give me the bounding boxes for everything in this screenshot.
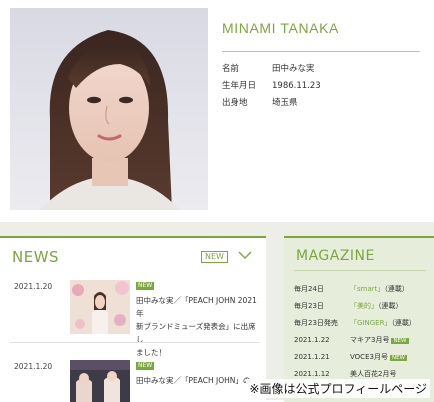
news-divider [10,342,260,343]
new-badge: NEW [136,362,155,370]
magazine-note: （連載） [384,285,409,293]
magazine-panel: MAGAZINE 毎月24日 「smart」（連載） 毎月23日 「美的」（連載） … [284,236,434,402]
magazine-item[interactable]: 毎月23日 「美的」（連載） [294,301,403,311]
magazine-item[interactable]: 毎月24日 「smart」（連載） [294,284,409,294]
profile-value: 田中みな実 [272,64,315,74]
profile-label: 出身地 [222,98,248,108]
new-badge: NEW [389,355,407,361]
magazine-note: 美人百花2月号 [350,370,397,378]
news-date: 2021.1.20 [14,282,53,291]
profile-row-birthdate: 生年月日 1986.11.23 [222,79,321,91]
news-text-line: 田中みな実／「PEACH JOHN 2021年 [136,296,257,318]
news-text-line: 田中みな実／「PEACH JOHN」の [136,376,251,385]
magazine-heading: MAGAZINE [296,248,375,264]
news-item[interactable]: 2021.1.20 NEW 田中みな実／「PEACH JOHN」の [0,350,266,402]
magazine-item[interactable]: 2021.1.22 マキア3月号 NEW [294,335,409,345]
magazine-note: （連載） [391,319,416,327]
news-thumbnail[interactable] [70,280,130,334]
news-heading: NEWS [12,248,60,266]
magazine-link[interactable]: 「smart」 [350,285,384,293]
profile-value: 埼玉県 [272,98,298,108]
magazine-note: VOCE3月号 [350,353,388,361]
magazine-date: 2021.1.22 [294,336,330,344]
magazine-note: （連載） [378,302,403,310]
news-item[interactable]: 2021.1.20 NEW 田中みな実／「PEACH JOHN 2021年 新ブ… [0,270,266,357]
news-text[interactable]: 田中みな実／「PEACH JOHN」の [136,374,260,387]
news-new-badge[interactable]: NEW [201,251,228,263]
news-panel: NEWS NEW 2021.1.20 NEW 田中みな実／「PEACH JOHN… [0,236,266,402]
magazine-item[interactable]: 毎月23日発売 「GINGER」（連載） [294,318,416,328]
magazine-date: 毎月24日 [294,285,324,293]
new-badge: NEW [391,338,409,344]
news-date: 2021.1.20 [14,362,53,371]
magazine-link[interactable]: 「美的」 [350,302,378,310]
magazine-date: 毎月23日 [294,302,324,310]
name-divider [222,51,420,52]
profile-name: MINAMI TANAKA [222,20,339,36]
new-badge: NEW [136,282,155,290]
magazine-link[interactable]: 「GINGER」 [350,319,391,327]
profile-section: MINAMI TANAKA 名前 田中みな実 生年月日 1986.11.23 出身地… [0,0,434,228]
profile-label: 名前 [222,64,240,74]
profile-value: 1986.11.23 [272,81,321,91]
magazine-note: マキア3月号 [350,336,390,344]
image-caption: ※画像は公式プロフィールページ [246,379,430,398]
profile-row-name: 名前 田中みな実 [222,62,315,74]
magazine-date: 2021.1.21 [294,353,330,361]
magazine-divider [294,270,426,271]
magazine-item[interactable]: 2021.1.21 VOCE3月号 NEW [294,352,407,362]
chevron-down-icon[interactable] [238,250,252,260]
news-thumbnail[interactable] [70,360,130,402]
profile-label: 生年月日 [222,81,257,91]
portrait-photo [10,8,208,210]
magazine-item[interactable]: 2021.1.12 美人百花2月号 [294,369,396,379]
magazine-date: 毎月23日発売 [294,319,338,327]
profile-row-birthplace: 出身地 埼玉県 [222,96,298,108]
magazine-date: 2021.1.12 [294,370,330,378]
